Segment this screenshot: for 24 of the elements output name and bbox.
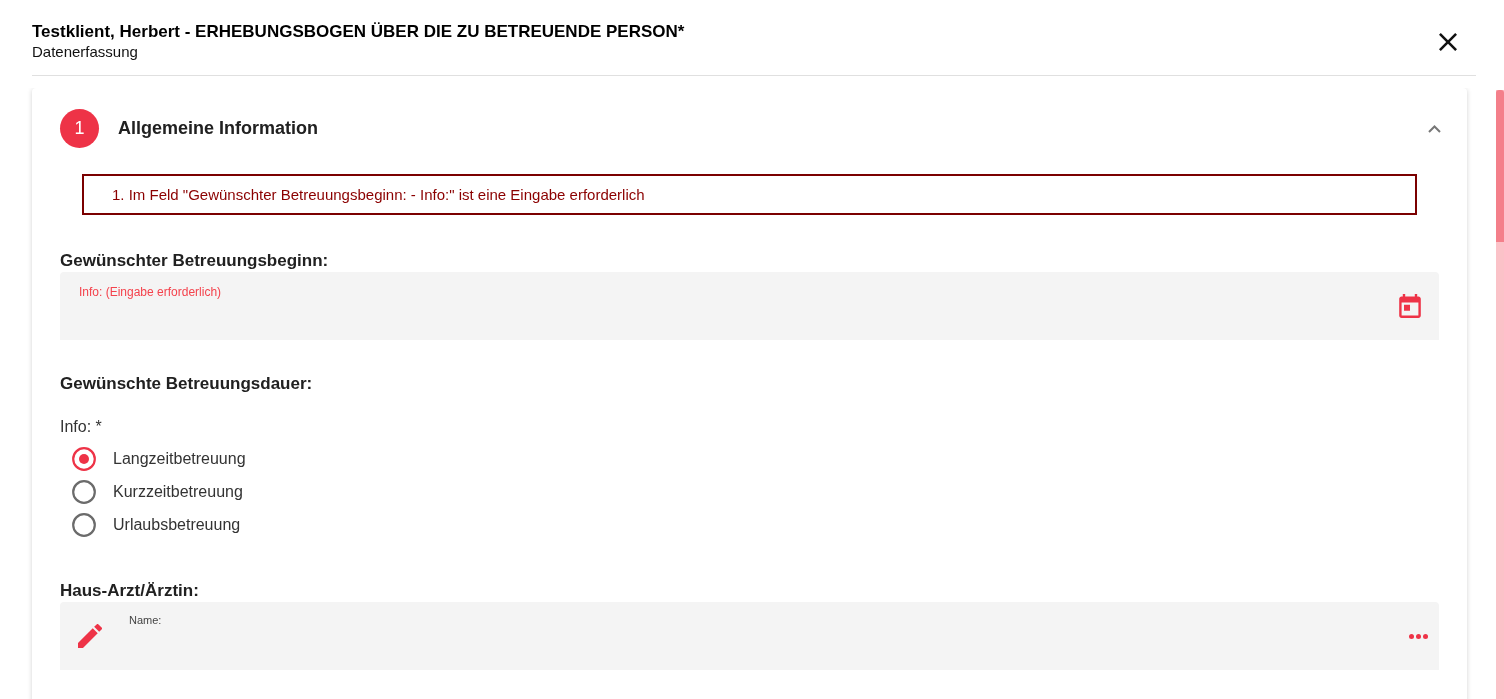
dialog-subtitle: Datenerfassung	[32, 42, 138, 61]
step-number: 1	[60, 109, 99, 148]
radio-group-label: Info: *	[60, 417, 102, 437]
radio-option[interactable]: Urlaubsbetreuung	[60, 508, 241, 541]
radio-icon[interactable]	[72, 479, 96, 504]
radio-option[interactable]: Langzeitbetreuung	[60, 442, 246, 475]
chevron-up-icon	[1428, 124, 1441, 133]
section-title: Allgemeine Information	[118, 117, 319, 140]
dialog-title: Testklient, Herbert - ERHEBUNGSBOGEN ÜBER DIE ZU BETREUENDE PERSON*	[32, 21, 685, 42]
radio-option[interactable]: Kurzzeitbetreuung	[60, 475, 243, 508]
field-heading: Gewünschter Betreuungsbeginn:	[60, 250, 329, 272]
pencil-icon[interactable]	[78, 624, 102, 648]
scrollbar-thumb[interactable]	[1496, 90, 1504, 242]
field-heading: Haus-Arzt/Ärztin:	[60, 580, 199, 602]
field-label: Info: (Eingabe erforderlich)	[79, 284, 222, 300]
field-label: Name:	[129, 613, 162, 627]
more-icon[interactable]	[1409, 633, 1428, 639]
field-heading: Gewünschte Betreuungsdauer:	[60, 373, 313, 395]
lookup-field[interactable]: Name:	[60, 602, 1439, 670]
error-message: 1. Im Feld "Gewünschter Betreuungsbeginn: - Info:" ist eine Eingabe erforderlich	[112, 184, 645, 205]
radio-icon[interactable]	[72, 446, 96, 471]
radio-icon[interactable]	[72, 512, 96, 537]
calendar-icon[interactable]	[1399, 294, 1421, 318]
close-icon	[1439, 33, 1457, 51]
